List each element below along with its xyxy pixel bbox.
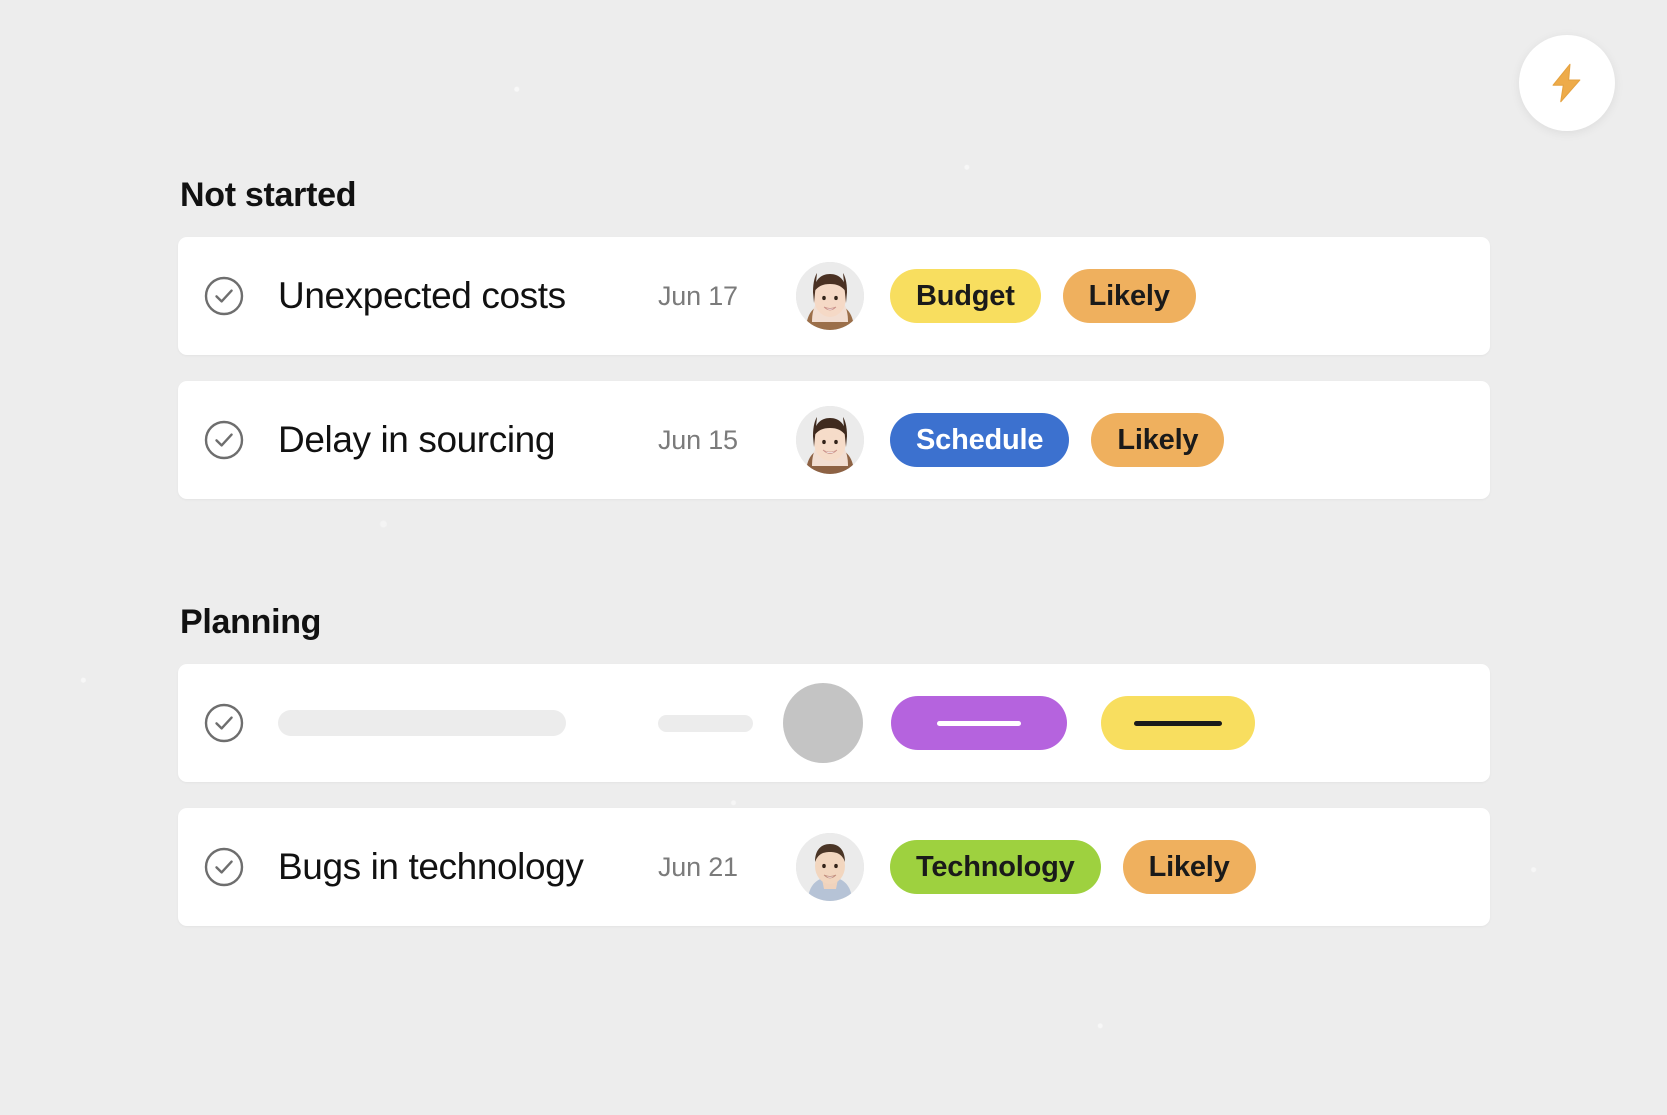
tag-category[interactable]: Schedule	[890, 413, 1070, 467]
tag-list: Budget Likely	[890, 269, 1196, 323]
task-title: Delay in sourcing	[278, 419, 556, 460]
task-board: Not started Unexpected costs Jun 17 Budg…	[178, 0, 1490, 952]
placeholder-title-bar	[278, 710, 566, 736]
tag-placeholder-yellow[interactable]	[1101, 696, 1255, 750]
task-due-date: Jun 17	[658, 280, 738, 311]
table-row-placeholder[interactable]	[178, 664, 1490, 782]
placeholder-date-bar	[658, 714, 753, 732]
lightning-action-button[interactable]	[1519, 35, 1615, 131]
table-row[interactable]: Bugs in technology Jun 21 Technology Lik…	[178, 808, 1490, 926]
task-due-date: Jun 15	[658, 424, 738, 455]
task-title: Bugs in technology	[278, 846, 584, 887]
group-title-not-started: Not started	[180, 176, 357, 214]
group-rows-not-started: Unexpected costs Jun 17 Budget Likely De…	[178, 237, 1490, 499]
task-title: Unexpected costs	[278, 275, 566, 316]
tag-list: Schedule Likely	[890, 413, 1225, 467]
tag-likelihood[interactable]: Likely	[1091, 413, 1225, 467]
avatar[interactable]	[796, 833, 864, 901]
tag-list: Technology Likely	[890, 840, 1256, 894]
tag-placeholder-bar	[937, 720, 1021, 726]
tag-list	[891, 696, 1255, 750]
table-row[interactable]: Delay in sourcing Jun 15 Schedule Likely	[178, 381, 1490, 499]
tag-placeholder-purple[interactable]	[891, 696, 1067, 750]
circle-check-icon[interactable]	[204, 703, 244, 743]
tag-category[interactable]: Technology	[890, 840, 1101, 894]
circle-check-icon[interactable]	[204, 847, 244, 887]
circle-check-icon[interactable]	[204, 420, 244, 460]
tag-placeholder-bar	[1134, 720, 1222, 726]
placeholder-avatar	[783, 683, 863, 763]
group-rows-planning: Bugs in technology Jun 21 Technology Lik…	[178, 664, 1490, 926]
tag-likelihood[interactable]: Likely	[1122, 840, 1256, 894]
tag-category[interactable]: Budget	[890, 269, 1041, 323]
circle-check-icon[interactable]	[204, 276, 244, 316]
group-title-planning: Planning	[180, 603, 322, 641]
table-row[interactable]: Unexpected costs Jun 17 Budget Likely	[178, 237, 1490, 355]
avatar[interactable]	[796, 406, 864, 474]
avatar[interactable]	[796, 262, 864, 330]
task-due-date: Jun 21	[658, 851, 738, 882]
tag-likelihood[interactable]: Likely	[1062, 269, 1196, 323]
lightning-bolt-icon	[1545, 61, 1589, 105]
